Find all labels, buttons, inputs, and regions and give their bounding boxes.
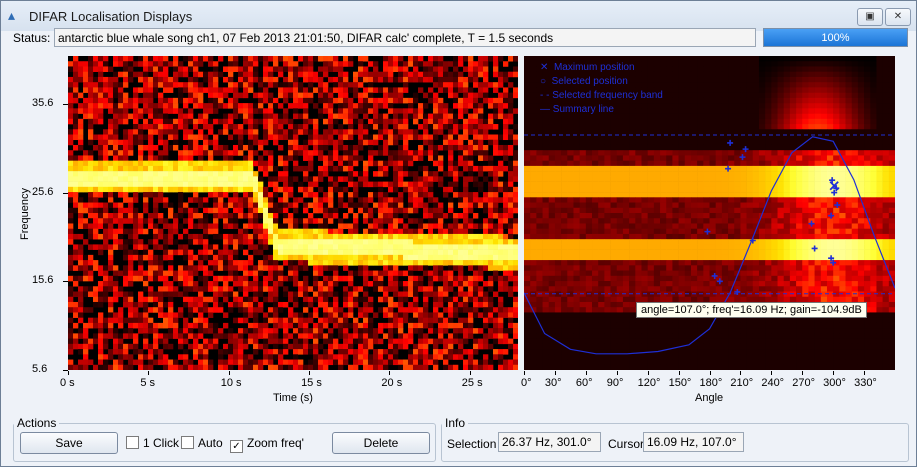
y-tick-label: 35.6 xyxy=(32,96,54,109)
max-marker-icon: ✕ xyxy=(540,62,549,73)
x-tick xyxy=(771,371,773,375)
y-tick-label: 25.6 xyxy=(32,185,54,198)
x-tick xyxy=(228,371,230,375)
actions-group-label: Actions xyxy=(17,416,57,430)
x-tick-label: 10 s xyxy=(220,377,242,389)
legend-selected-label: Selected position xyxy=(551,76,628,87)
x-tick xyxy=(554,371,556,375)
close-icon: ✕ xyxy=(893,11,903,22)
x-tick xyxy=(389,371,391,375)
difar-legend: ✕ Maximum position ○ Selected position -… xyxy=(540,61,663,117)
legend-max-label: Maximum position xyxy=(553,62,635,73)
y-tick-label: 15.6 xyxy=(32,274,54,287)
x-tick-label: 270° xyxy=(792,377,816,389)
legend-item: - - Selected frequency band xyxy=(540,89,663,103)
checkmark-icon: ✓ xyxy=(230,440,243,453)
status-field: antarctic blue whale song ch1, 07 Feb 20… xyxy=(54,28,756,47)
zoom-freq-checkbox[interactable]: ✓ Zoom freq' xyxy=(230,436,304,453)
legend-band-label: Selected frequency band xyxy=(552,90,663,101)
zoom-freq-label: Zoom freq' xyxy=(247,436,304,450)
progress-bar: 100% xyxy=(763,28,908,47)
x-tick-label: 5 s xyxy=(140,377,156,389)
x-tick xyxy=(740,371,742,375)
y-tick xyxy=(63,192,68,194)
y-tick xyxy=(63,103,68,105)
x-tick-label: 300° xyxy=(823,377,846,389)
x-tick-label: 25 s xyxy=(461,377,483,389)
y-tick-label: 5.6 xyxy=(32,363,48,375)
window-title: DIFAR Localisation Displays xyxy=(29,9,193,24)
restore-button[interactable]: ▣ xyxy=(857,8,883,26)
app-icon: ▴ xyxy=(8,7,16,23)
x-tick xyxy=(616,371,618,375)
spectrogram-plot[interactable] xyxy=(68,56,518,370)
x-tick-label: 0° xyxy=(521,377,532,389)
selected-marker-icon: ○ xyxy=(540,76,547,87)
selection-field: 26.37 Hz, 301.0° xyxy=(498,432,601,452)
x-tick-label: 15 s xyxy=(301,377,322,389)
x-tick-label: 0 s xyxy=(60,377,75,389)
cursor-tooltip: angle=107.0°; freq'=16.09 Hz; gain=-104.… xyxy=(636,302,867,318)
x-tick xyxy=(469,371,471,375)
x-tick-label: 20 s xyxy=(381,377,403,389)
x-tick-label: 120° xyxy=(637,377,661,389)
restore-icon: ▣ xyxy=(865,11,875,22)
x-tick xyxy=(148,371,150,375)
solid-line-icon: — xyxy=(540,104,550,115)
x-tick xyxy=(864,371,866,375)
selection-label: Selection xyxy=(447,437,497,451)
checkbox-box xyxy=(181,436,194,449)
x-tick-label: 210° xyxy=(730,377,754,389)
y-axis-label: Frequency xyxy=(19,188,31,240)
x-tick xyxy=(68,371,69,375)
progress-text: 100% xyxy=(821,32,850,44)
one-click-label: 1 Click xyxy=(143,436,180,450)
y-tick xyxy=(63,281,68,283)
x-tick-label: 330° xyxy=(854,377,877,389)
status-label: Status: xyxy=(13,31,51,45)
cursor-label: Cursor xyxy=(608,437,645,451)
x-tick-label: 150° xyxy=(668,377,692,389)
x-tick-label: 60° xyxy=(575,377,593,389)
title-bar[interactable]: ▴ DIFAR Localisation Displays ▣ ✕ xyxy=(1,1,916,31)
info-group-label: Info xyxy=(445,416,466,430)
one-click-checkbox[interactable]: 1 Click xyxy=(126,436,179,450)
x-tick xyxy=(309,371,311,375)
legend-summary-label: Summary line xyxy=(552,104,614,115)
save-button[interactable]: Save xyxy=(20,432,118,454)
close-button[interactable]: ✕ xyxy=(885,8,911,26)
x-tick xyxy=(709,371,711,375)
x-axis-label-time: Time (s) xyxy=(273,392,313,404)
cursor-field: 16.09 Hz, 107.0° xyxy=(643,432,744,452)
legend-item: ○ Selected position xyxy=(540,75,663,89)
x-tick-label: 90° xyxy=(606,377,624,389)
x-tick xyxy=(802,371,804,375)
legend-item: ✕ Maximum position xyxy=(540,61,663,75)
x-axis-label-angle: Angle xyxy=(695,392,724,404)
x-tick xyxy=(833,371,835,375)
x-tick-label: 240° xyxy=(761,377,785,389)
checkbox-box xyxy=(126,436,139,449)
x-tick-label: 30° xyxy=(544,377,562,389)
legend-item: — Summary line xyxy=(540,103,663,117)
x-tick-label: 180° xyxy=(699,377,723,389)
x-tick xyxy=(585,371,587,375)
x-tick xyxy=(647,371,649,375)
delete-button[interactable]: Delete xyxy=(332,432,430,454)
auto-checkbox[interactable]: Auto xyxy=(181,436,223,450)
dashed-line-icon: - - xyxy=(540,90,550,101)
auto-label: Auto xyxy=(198,436,223,450)
x-tick xyxy=(678,371,680,375)
x-tick xyxy=(524,371,525,375)
